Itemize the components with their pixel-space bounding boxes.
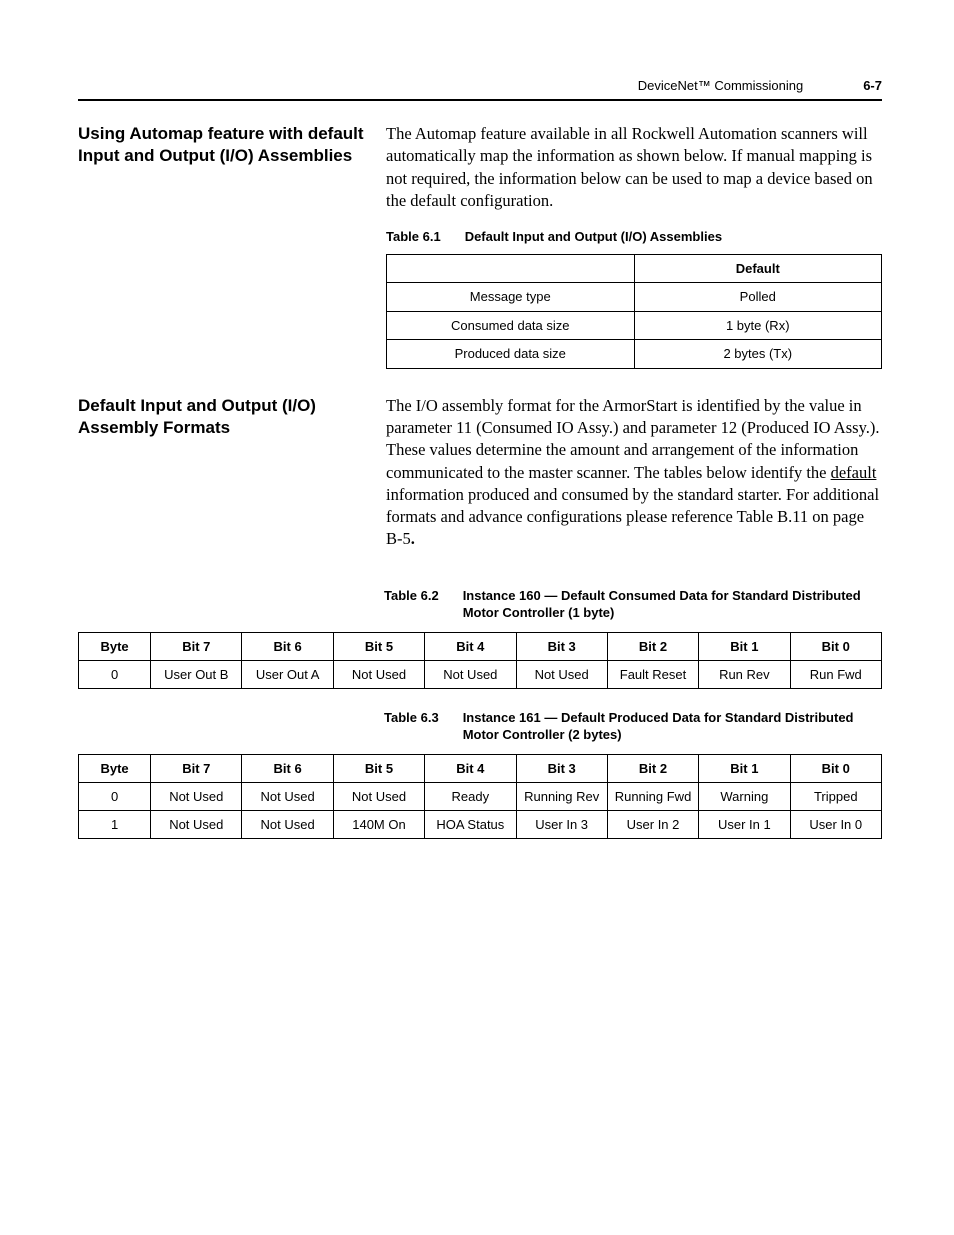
table-default-io: Default Message type Polled Consumed dat… bbox=[386, 254, 882, 369]
section-body: The Automap feature available in all Roc… bbox=[386, 123, 882, 369]
table-caption: Table 6.3 Instance 161 — Default Produce… bbox=[384, 709, 882, 744]
table-header-cell: Bit 7 bbox=[151, 754, 242, 782]
table-header-cell: Bit 5 bbox=[333, 632, 424, 660]
table-caption: Table 6.2 Instance 160 — Default Consume… bbox=[384, 587, 882, 622]
text: information produced and consumed by the… bbox=[386, 485, 879, 549]
table-header-cell: Bit 4 bbox=[425, 632, 516, 660]
running-title: DeviceNet™ Commissioning bbox=[638, 78, 803, 93]
table-cell: User In 1 bbox=[699, 810, 790, 838]
underlined-text: default bbox=[831, 463, 877, 482]
table-cell: Consumed data size bbox=[387, 311, 635, 340]
table-header-cell: Bit 6 bbox=[242, 632, 333, 660]
table-cell: Message type bbox=[387, 283, 635, 312]
table-header-cell: Default bbox=[634, 254, 882, 283]
table-cell: User In 0 bbox=[790, 810, 881, 838]
table-title: Instance 160 — Default Consumed Data for… bbox=[463, 587, 882, 622]
table-row: 1 Not Used Not Used 140M On HOA Status U… bbox=[79, 810, 882, 838]
table-cell: 1 byte (Rx) bbox=[634, 311, 882, 340]
paragraph: The I/O assembly format for the ArmorSta… bbox=[386, 395, 882, 551]
table-cell: Polled bbox=[634, 283, 882, 312]
table-cell: Not Used bbox=[151, 782, 242, 810]
table-cell: 0 bbox=[79, 782, 151, 810]
table-wrapper: Byte Bit 7 Bit 6 Bit 5 Bit 4 Bit 3 Bit 2… bbox=[78, 754, 882, 839]
table-cell: Warning bbox=[699, 782, 790, 810]
table-row: 0 Not Used Not Used Not Used Ready Runni… bbox=[79, 782, 882, 810]
table-header-cell: Bit 5 bbox=[333, 754, 424, 782]
table-cell: User Out A bbox=[242, 660, 333, 688]
table-header-cell: Bit 1 bbox=[699, 754, 790, 782]
table-row: 0 User Out B User Out A Not Used Not Use… bbox=[79, 660, 882, 688]
table-instance-160: Byte Bit 7 Bit 6 Bit 5 Bit 4 Bit 3 Bit 2… bbox=[78, 632, 882, 689]
table-cell: Not Used bbox=[242, 782, 333, 810]
table-header-cell: Bit 0 bbox=[790, 754, 881, 782]
table-cell: Run Fwd bbox=[790, 660, 881, 688]
table-title: Instance 161 — Default Produced Data for… bbox=[463, 709, 882, 744]
table-cell: 1 bbox=[79, 810, 151, 838]
table-cell: Fault Reset bbox=[607, 660, 698, 688]
table-number: Table 6.2 bbox=[384, 587, 439, 622]
table-header-row: Byte Bit 7 Bit 6 Bit 5 Bit 4 Bit 3 Bit 2… bbox=[79, 754, 882, 782]
table-header-cell: Bit 2 bbox=[607, 754, 698, 782]
section-heading: Using Automap feature with default Input… bbox=[78, 123, 386, 369]
table-header-cell: Bit 0 bbox=[790, 632, 881, 660]
page-number: 6-7 bbox=[863, 78, 882, 93]
table-cell: Not Used bbox=[242, 810, 333, 838]
text: . bbox=[411, 529, 415, 548]
table-header-cell: Bit 3 bbox=[516, 632, 607, 660]
table-header-cell: Bit 1 bbox=[699, 632, 790, 660]
table-header-cell: Bit 4 bbox=[425, 754, 516, 782]
table-number: Table 6.1 bbox=[386, 228, 441, 246]
table-row: Default bbox=[387, 254, 882, 283]
table-cell: Not Used bbox=[516, 660, 607, 688]
paragraph: The Automap feature available in all Roc… bbox=[386, 123, 882, 212]
table-cell: Ready bbox=[425, 782, 516, 810]
table-row: Produced data size 2 bytes (Tx) bbox=[387, 340, 882, 369]
table-row: Message type Polled bbox=[387, 283, 882, 312]
table-header-cell: Bit 7 bbox=[151, 632, 242, 660]
table-cell: Tripped bbox=[790, 782, 881, 810]
table-header-row: Byte Bit 7 Bit 6 Bit 5 Bit 4 Bit 3 Bit 2… bbox=[79, 632, 882, 660]
table-cell: 140M On bbox=[333, 810, 424, 838]
table-cell: User Out B bbox=[151, 660, 242, 688]
table-title: Default Input and Output (I/O) Assemblie… bbox=[465, 228, 882, 246]
table-row: Consumed data size 1 byte (Rx) bbox=[387, 311, 882, 340]
table-instance-161: Byte Bit 7 Bit 6 Bit 5 Bit 4 Bit 3 Bit 2… bbox=[78, 754, 882, 839]
table-cell: Not Used bbox=[333, 782, 424, 810]
table-cell: Not Used bbox=[151, 810, 242, 838]
table-cell: Running Fwd bbox=[607, 782, 698, 810]
table-header-cell: Bit 2 bbox=[607, 632, 698, 660]
table-cell: Not Used bbox=[333, 660, 424, 688]
table-caption: Table 6.1 Default Input and Output (I/O)… bbox=[386, 228, 882, 246]
table-cell: Run Rev bbox=[699, 660, 790, 688]
table-header-cell: Byte bbox=[79, 754, 151, 782]
section-heading: Default Input and Output (I/O) Assembly … bbox=[78, 395, 386, 561]
table-number: Table 6.3 bbox=[384, 709, 439, 744]
table-header-cell: Byte bbox=[79, 632, 151, 660]
table-cell: 0 bbox=[79, 660, 151, 688]
running-header: DeviceNet™ Commissioning 6-7 bbox=[78, 78, 882, 101]
table-cell: User In 2 bbox=[607, 810, 698, 838]
page: DeviceNet™ Commissioning 6-7 Using Autom… bbox=[0, 0, 954, 839]
section-body: The I/O assembly format for the ArmorSta… bbox=[386, 395, 882, 561]
table-header-cell: Bit 3 bbox=[516, 754, 607, 782]
table-cell: 2 bytes (Tx) bbox=[634, 340, 882, 369]
table-cell: HOA Status bbox=[425, 810, 516, 838]
table-cell: Produced data size bbox=[387, 340, 635, 369]
table-header-cell bbox=[387, 254, 635, 283]
table-cell: User In 3 bbox=[516, 810, 607, 838]
section-automap: Using Automap feature with default Input… bbox=[78, 123, 882, 369]
table-cell: Not Used bbox=[425, 660, 516, 688]
table-header-cell: Bit 6 bbox=[242, 754, 333, 782]
section-formats: Default Input and Output (I/O) Assembly … bbox=[78, 395, 882, 561]
text: The I/O assembly format for the ArmorSta… bbox=[386, 396, 880, 482]
table-cell: Running Rev bbox=[516, 782, 607, 810]
table-wrapper: Byte Bit 7 Bit 6 Bit 5 Bit 4 Bit 3 Bit 2… bbox=[78, 632, 882, 689]
